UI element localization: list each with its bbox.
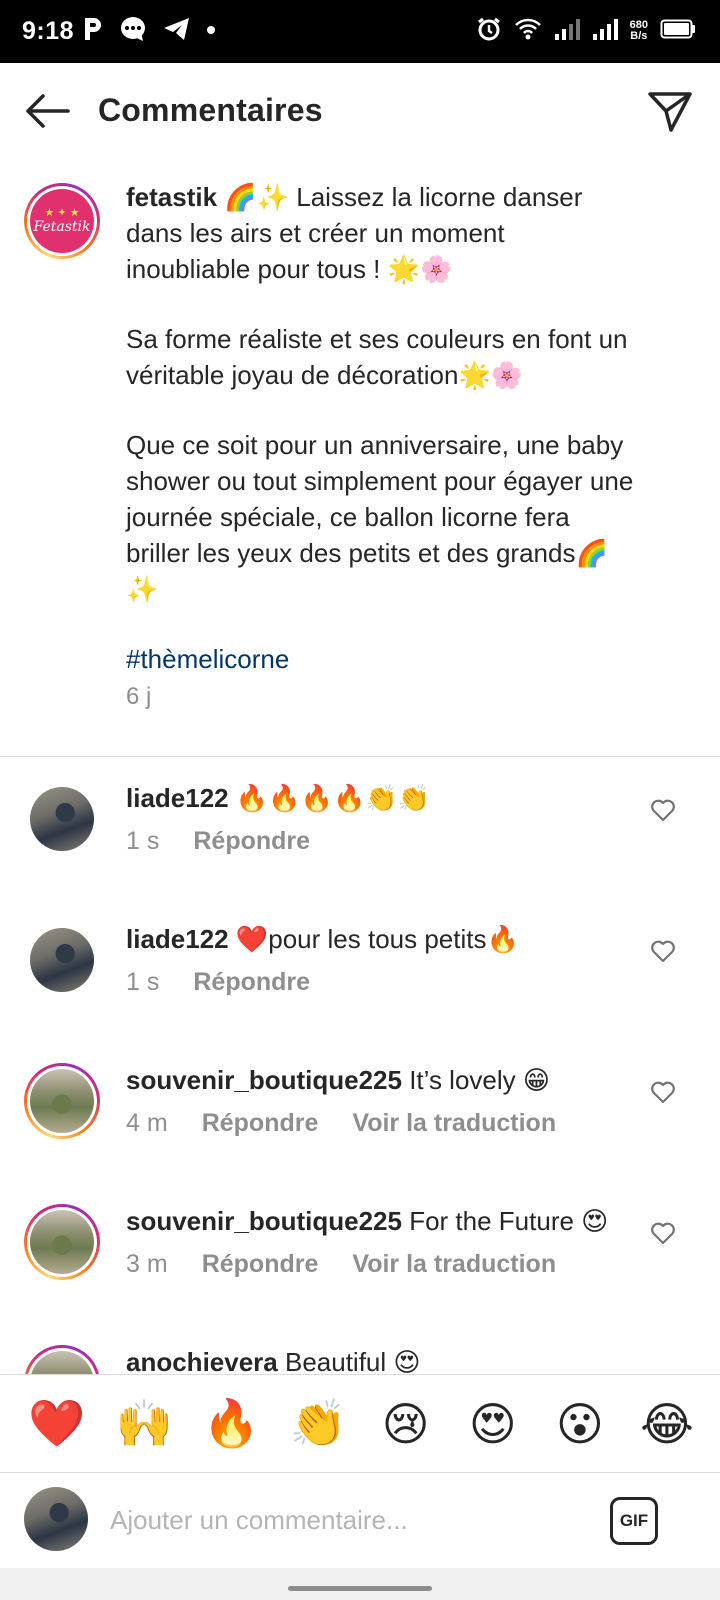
- comment-item: souvenir_boutique225 It’s lovely 😁 4 m R…: [0, 1039, 720, 1183]
- heart-icon[interactable]: [650, 938, 676, 964]
- comment-item: liade122 🔥🔥🔥🔥👏👏 1 s Répondre: [0, 757, 720, 901]
- fetastik-logo: ★ ✦ ★ Fetastik: [30, 189, 94, 253]
- comment-timestamp: 4 m: [126, 1109, 168, 1137]
- clapping-emoji-button[interactable]: 👏: [287, 1393, 349, 1455]
- reply-button[interactable]: Répondre: [193, 827, 310, 856]
- avatar[interactable]: [30, 928, 94, 992]
- surprised-emoji-button[interactable]: 😮: [549, 1393, 611, 1455]
- post-caption: ★ ✦ ★ Fetastik fetastik 🌈✨ Laissez la li…: [0, 159, 720, 756]
- caption-avatar[interactable]: ★ ✦ ★ Fetastik: [24, 183, 100, 259]
- reply-button[interactable]: Répondre: [202, 1109, 319, 1138]
- comment-timestamp: 3 m: [126, 1250, 168, 1278]
- see-translation-button[interactable]: Voir la traduction: [352, 1109, 556, 1138]
- comment-text: ❤️pour les tous petits🔥: [235, 924, 519, 954]
- hashtag-link[interactable]: #thèmelicorne: [126, 641, 289, 677]
- comment-item: liade122 ❤️pour les tous petits🔥 1 s Rép…: [0, 898, 720, 1042]
- comment-text: Beautiful 😍: [284, 1347, 421, 1374]
- comment-username[interactable]: souvenir_boutique225: [126, 1065, 402, 1095]
- net-speed: 680 B/s: [629, 19, 648, 42]
- page-title: Commentaires: [98, 92, 323, 128]
- system-icons: 680 B/s: [476, 14, 696, 48]
- dot-icon: [206, 22, 216, 40]
- comment-composer: GIF: [0, 1472, 720, 1568]
- reply-button[interactable]: Répondre: [202, 1250, 319, 1279]
- status-bar: 9:18 680 B/s: [0, 0, 720, 63]
- heart-icon[interactable]: [650, 1079, 676, 1105]
- share-button[interactable]: [644, 87, 696, 137]
- reply-button[interactable]: Répondre: [193, 968, 310, 997]
- comment-text: It’s lovely 😁: [409, 1065, 550, 1095]
- caption-paragraph-2: Sa forme réaliste et ses couleurs en fon…: [126, 324, 628, 390]
- avatar[interactable]: [24, 1345, 100, 1374]
- heart-icon[interactable]: [650, 797, 676, 823]
- comment-input[interactable]: [110, 1491, 580, 1549]
- fire-emoji-button[interactable]: 🔥: [200, 1393, 262, 1455]
- arrow-left-icon: [26, 94, 70, 128]
- avatar: [24, 1487, 88, 1551]
- crying-emoji-button[interactable]: 😢: [375, 1393, 437, 1455]
- stars-icon: ★ ✦ ★: [44, 207, 80, 219]
- heart-icon[interactable]: [650, 1220, 676, 1246]
- signal-icon: [554, 18, 580, 45]
- notification-icons: [82, 14, 216, 48]
- signal-icon: [592, 18, 618, 45]
- heart-emoji-button[interactable]: ❤️: [26, 1393, 88, 1455]
- home-indicator[interactable]: [288, 1586, 432, 1591]
- comment-timestamp: 1 s: [126, 968, 160, 996]
- comment-text: For the Future 😍: [409, 1206, 609, 1236]
- see-translation-button[interactable]: Voir la traduction: [352, 1250, 556, 1279]
- comments-header: Commentaires: [0, 63, 720, 159]
- logo-text: Fetastik: [33, 219, 91, 235]
- comment-username[interactable]: liade122: [126, 924, 229, 954]
- caption-timestamp: 6 j: [126, 683, 152, 710]
- comment-item: anochievera Beautiful 😍: [0, 1321, 720, 1374]
- caption-paragraph-3: Que ce soit pour un anniversaire, une ba…: [126, 430, 634, 604]
- telegram-icon: [162, 16, 192, 47]
- alarm-icon: [476, 16, 502, 47]
- comments-list[interactable]: liade122 🔥🔥🔥🔥👏👏 1 s Répondre liade122 ❤️…: [0, 757, 720, 1374]
- battery-icon: [660, 19, 696, 44]
- laughing-emoji-button[interactable]: 😂: [636, 1393, 698, 1455]
- caption-text: fetastik 🌈✨ Laissez la licorne danser da…: [126, 179, 636, 677]
- send-icon: [648, 92, 692, 132]
- comment-timestamp: 1 s: [126, 827, 160, 855]
- raising-hands-emoji-button[interactable]: 🙌: [113, 1393, 175, 1455]
- wifi-icon: [514, 16, 542, 47]
- navigation-bar: [0, 1568, 720, 1600]
- quick-reactions-bar: ❤️ 🙌 🔥 👏 😢 😍 😮 😂: [0, 1374, 720, 1472]
- comment-username[interactable]: liade122: [126, 783, 229, 813]
- comment-text: 🔥🔥🔥🔥👏👏: [235, 783, 431, 813]
- caption-username[interactable]: fetastik: [126, 182, 217, 212]
- parking-icon: [82, 16, 104, 47]
- status-time: 9:18: [22, 17, 75, 45]
- heart-eyes-emoji-button[interactable]: 😍: [462, 1393, 524, 1455]
- chat-bubble-icon: [118, 14, 148, 49]
- comment-item: souvenir_boutique225 For the Future 😍 3 …: [0, 1180, 720, 1324]
- avatar[interactable]: [24, 1204, 100, 1280]
- gif-button[interactable]: GIF: [610, 1497, 658, 1545]
- comment-username[interactable]: anochievera: [126, 1347, 278, 1374]
- comment-username[interactable]: souvenir_boutique225: [126, 1206, 402, 1236]
- avatar[interactable]: [30, 787, 94, 851]
- avatar[interactable]: [24, 1063, 100, 1139]
- back-button[interactable]: [22, 87, 72, 135]
